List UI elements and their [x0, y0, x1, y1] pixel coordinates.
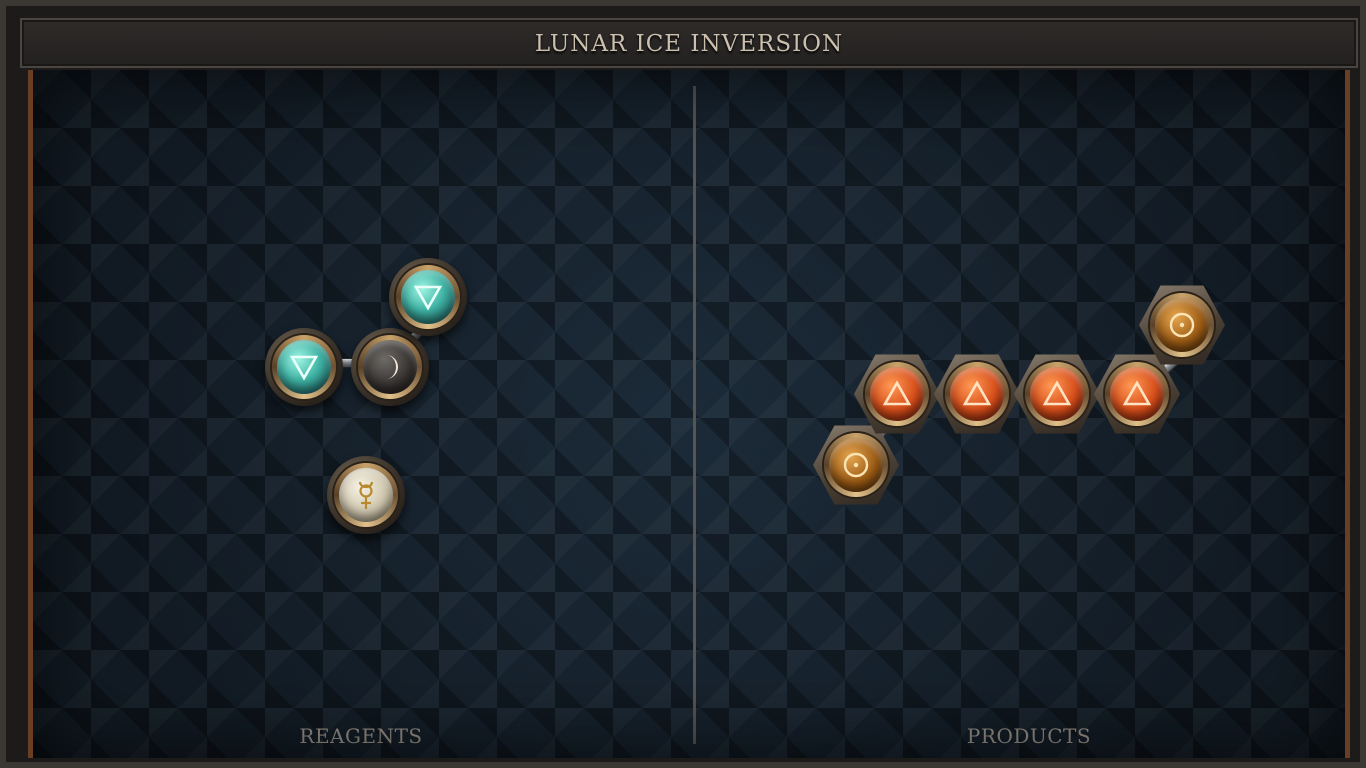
product-atom-fire[interactable]: [934, 354, 1020, 434]
moon-crescent-icon: [386, 355, 398, 379]
reagent-atom-moon[interactable]: [351, 328, 429, 406]
product-atom-sun[interactable]: [1139, 285, 1225, 365]
mercury-icon: [358, 481, 374, 509]
puzzle-board: REAGENTS PRODUCTS: [28, 70, 1350, 758]
window-frame: LUNAR ICE INVERSION REAGENTS PRODUCTS: [0, 0, 1366, 768]
fire-triangle-icon: [882, 380, 912, 406]
product-atom-sun[interactable]: [813, 425, 899, 505]
title-bar: LUNAR ICE INVERSION: [20, 18, 1358, 68]
reagent-atom-water[interactable]: [265, 328, 343, 406]
products-label: PRODUCTS: [966, 724, 1092, 748]
water-triangle-icon: [413, 285, 443, 311]
fire-triangle-icon: [962, 380, 992, 406]
fire-triangle-icon: [1042, 380, 1072, 406]
puzzle-title: LUNAR ICE INVERSION: [534, 31, 844, 57]
product-atom-fire[interactable]: [1014, 354, 1100, 434]
sun-circle-icon: [1169, 312, 1195, 338]
product-atom-fire[interactable]: [854, 354, 940, 434]
reagent-atom-mercury[interactable]: [327, 456, 405, 534]
sun-circle-icon: [843, 452, 869, 478]
reagent-atom-water[interactable]: [389, 258, 467, 336]
panel-divider: [693, 86, 696, 744]
product-atom-fire[interactable]: [1094, 354, 1180, 434]
reagents-label: REAGENTS: [299, 724, 423, 748]
fire-triangle-icon: [1122, 380, 1152, 406]
water-triangle-icon: [289, 355, 319, 381]
